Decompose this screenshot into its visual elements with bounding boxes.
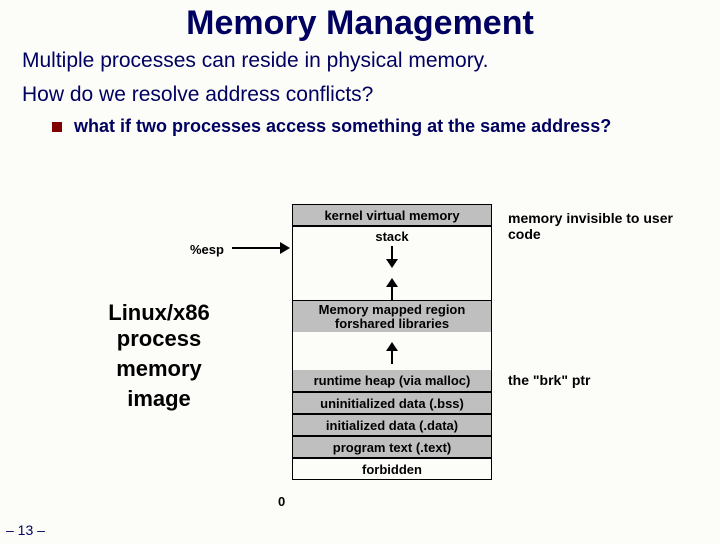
gap-stack-mmap: [292, 246, 492, 300]
bullet-square-icon: [52, 122, 62, 132]
region-kernel: kernel virtual memory: [292, 204, 492, 226]
region-stack: stack: [292, 226, 492, 246]
bullet-text: what if two processes access something a…: [74, 115, 611, 138]
region-mmap: Memory mapped region forshared libraries: [292, 300, 492, 332]
region-forbidden: forbidden: [292, 458, 492, 480]
region-text: program text (.text): [292, 436, 492, 458]
address-zero: 0: [278, 494, 285, 509]
region-bss: uninitialized data (.bss): [292, 392, 492, 414]
side-title-1: Linux/x86 process: [64, 300, 254, 353]
memory-column: kernel virtual memory stack Memory mappe…: [292, 204, 492, 480]
subtitle-2: How do we resolve address conflicts?: [22, 83, 720, 107]
bullet-row: what if two processes access something a…: [52, 115, 720, 138]
page-title: Memory Management: [0, 4, 720, 43]
arrow-right-icon: [232, 240, 290, 256]
region-data: initialized data (.data): [292, 414, 492, 436]
arrow-up-icon: [385, 278, 399, 300]
note-kernel: memory invisible to user code: [508, 210, 698, 242]
subtitle-1: Multiple processes can reside in physica…: [22, 49, 720, 73]
side-title-3: image: [64, 386, 254, 412]
page-number: – 13 –: [6, 522, 45, 538]
side-title-2: memory: [64, 356, 254, 382]
region-heap: runtime heap (via malloc): [292, 370, 492, 392]
note-brk: the "brk" ptr: [508, 372, 698, 388]
memory-diagram: %esp Linux/x86 process memory image memo…: [0, 204, 720, 534]
gap-mmap-heap: [292, 332, 492, 370]
arrow-down-icon: [385, 246, 399, 268]
esp-label: %esp: [190, 242, 224, 257]
arrow-up-icon: [385, 342, 399, 364]
